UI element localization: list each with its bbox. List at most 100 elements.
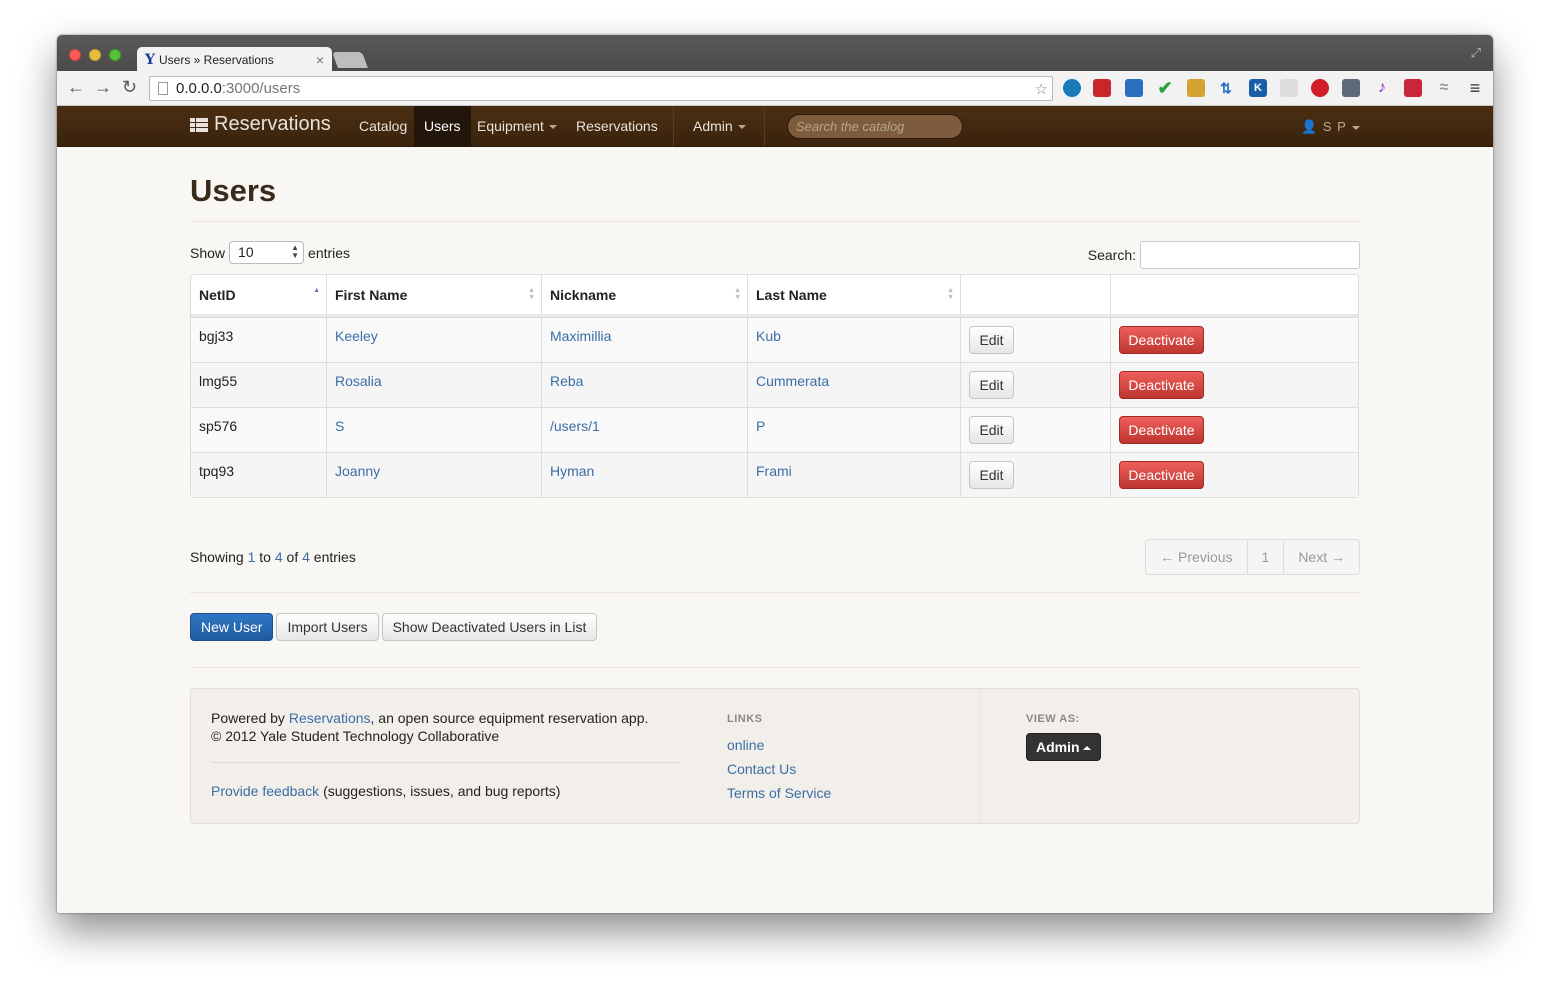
column-header-first-name[interactable]: First Name ▲ ▼ [326, 275, 541, 317]
last-name-link[interactable]: P [756, 418, 765, 434]
column-header-last-name[interactable]: Last Name ▲ ▼ [747, 275, 960, 317]
extension-icon-5[interactable] [1187, 79, 1205, 97]
powered-text: , an open source equipment reservation a… [370, 710, 649, 726]
edit-button[interactable]: Edit [969, 371, 1014, 399]
address-bar[interactable]: 0.0.0.0:3000/users ☆ [149, 76, 1053, 101]
previous-page-button[interactable]: ← Previous [1146, 540, 1246, 574]
column-header-nickname[interactable]: Nickname ▲ ▼ [541, 275, 747, 317]
column-header-label: First Name [335, 286, 408, 303]
nickname-link[interactable]: Hyman [550, 463, 594, 479]
feedback-link[interactable]: Provide feedback [211, 783, 319, 799]
table-search-input[interactable] [1140, 241, 1360, 269]
bookmark-star-icon[interactable]: ☆ [1035, 78, 1048, 101]
sort-icon: ▲ ▼ [528, 287, 535, 301]
catalog-search-input[interactable]: Search the catalog [787, 114, 963, 139]
k-extension-icon[interactable]: K [1249, 79, 1267, 97]
brand-label: Reservations [214, 113, 331, 135]
first-name-link[interactable]: S [335, 418, 344, 434]
cell-first-name: Rosalia [326, 362, 541, 407]
page-1-button[interactable]: 1 [1246, 540, 1284, 574]
reservations-link[interactable]: Reservations [289, 710, 371, 726]
info-text: of [282, 549, 303, 565]
music-extension-icon[interactable]: ♪ [1373, 79, 1391, 97]
nickname-link[interactable]: Reba [550, 373, 583, 389]
reload-icon[interactable]: ↻ [122, 77, 137, 98]
user-menu[interactable]: 👤 S P [1301, 106, 1360, 147]
nav-reservations[interactable]: Reservations [566, 106, 668, 147]
nav-equipment[interactable]: Equipment [467, 106, 567, 147]
terms-of-service-link[interactable]: Terms of Service [727, 785, 831, 801]
cell-deactivate: Deactivate [1110, 317, 1358, 362]
deactivate-button[interactable]: Deactivate [1119, 416, 1204, 444]
cell-first-name: Joanny [326, 452, 541, 497]
caret-down-icon [1351, 125, 1360, 130]
show-deactivated-button[interactable]: Show Deactivated Users in List [381, 613, 598, 641]
close-window-button[interactable] [69, 49, 81, 61]
cell-edit: Edit [960, 452, 1110, 497]
nav-admin[interactable]: Admin [683, 106, 756, 147]
column-header-edit [960, 275, 1110, 317]
forward-arrow-icon[interactable]: → [94, 77, 112, 98]
pagination: ← Previous 1 Next → [1145, 539, 1360, 575]
info-text: Showing [190, 549, 248, 565]
extension-icon-10[interactable] [1342, 79, 1360, 97]
sort-icon: ▲ ▼ [947, 287, 954, 301]
next-page-button[interactable]: Next → [1283, 540, 1359, 574]
brand-link[interactable]: Reservations [190, 113, 331, 136]
edit-button[interactable]: Edit [969, 326, 1014, 354]
select-arrows-icon: ▲ ▼ [291, 243, 300, 260]
yale-favicon-icon: Y [145, 51, 155, 68]
browser-toolbar: ← → ↻ 0.0.0.0:3000/users ☆ ✔ ⇅ K ♪ ≈ ≡ [57, 71, 1493, 106]
book-extension-icon[interactable] [1280, 79, 1298, 97]
fullscreen-icon[interactable]: ⤢ [1471, 45, 1481, 61]
column-header-label: NetID [199, 286, 236, 303]
edit-button[interactable]: Edit [969, 416, 1014, 444]
first-name-link[interactable]: Rosalia [335, 373, 382, 389]
check-extension-icon[interactable]: ✔ [1156, 79, 1174, 97]
powered-by-line: Powered by Reservations, an open source … [211, 709, 648, 727]
new-user-button[interactable]: New User [190, 613, 274, 641]
last-name-link[interactable]: Kub [756, 328, 781, 344]
entries-select[interactable]: 10 ▲ ▼ [229, 241, 305, 264]
cell-nickname: Maximillia [541, 317, 747, 362]
last-name-link[interactable]: Cummerata [756, 373, 829, 389]
nav-catalog[interactable]: Catalog [349, 106, 417, 147]
nav-users[interactable]: Users [414, 106, 471, 147]
column-header-netid[interactable]: NetID ▲ [191, 275, 326, 317]
cell-deactivate: Deactivate [1110, 362, 1358, 407]
cell-edit: Edit [960, 407, 1110, 452]
back-arrow-icon[interactable]: ← [67, 77, 85, 98]
deactivate-button[interactable]: Deactivate [1119, 461, 1204, 489]
browser-tab[interactable]: Y Users » Reservations × [137, 47, 332, 72]
browser-window: Y Users » Reservations × ⤢ ← → ↻ 0.0.0.0… [57, 35, 1493, 913]
online-link[interactable]: online [727, 737, 764, 753]
menu-icon[interactable]: ≡ [1466, 79, 1484, 97]
nav-equipment-label: Equipment [477, 118, 544, 134]
deactivate-button[interactable]: Deactivate [1119, 371, 1204, 399]
new-tab-button[interactable] [332, 52, 368, 68]
view-as-label: Admin [1036, 739, 1080, 755]
wave-extension-icon[interactable]: ≈ [1435, 79, 1453, 97]
powered-text: Powered by [211, 710, 289, 726]
calendar-extension-icon[interactable] [1125, 79, 1143, 97]
last-name-link[interactable]: Frami [756, 463, 792, 479]
cell-first-name: Keeley [326, 317, 541, 362]
first-name-link[interactable]: Keeley [335, 328, 378, 344]
contact-us-link[interactable]: Contact Us [727, 761, 796, 777]
first-name-link[interactable]: Joanny [335, 463, 380, 479]
view-as-admin-button[interactable]: Admin [1026, 733, 1101, 761]
minimize-window-button[interactable] [89, 49, 101, 61]
extension-icon-2[interactable] [1093, 79, 1111, 97]
stop-extension-icon[interactable] [1311, 79, 1329, 97]
deactivate-button[interactable]: Deactivate [1119, 326, 1204, 354]
extension-icon-1[interactable] [1063, 79, 1081, 97]
extension-icon-12[interactable] [1404, 79, 1422, 97]
page-title: Users [190, 173, 277, 208]
zoom-window-button[interactable] [109, 49, 121, 61]
close-tab-icon[interactable]: × [316, 52, 324, 68]
nickname-link[interactable]: Maximillia [550, 328, 611, 344]
nickname-link[interactable]: /users/1 [550, 418, 600, 434]
edit-button[interactable]: Edit [969, 461, 1014, 489]
import-users-button[interactable]: Import Users [276, 613, 379, 641]
download-extension-icon[interactable]: ⇅ [1217, 79, 1235, 97]
